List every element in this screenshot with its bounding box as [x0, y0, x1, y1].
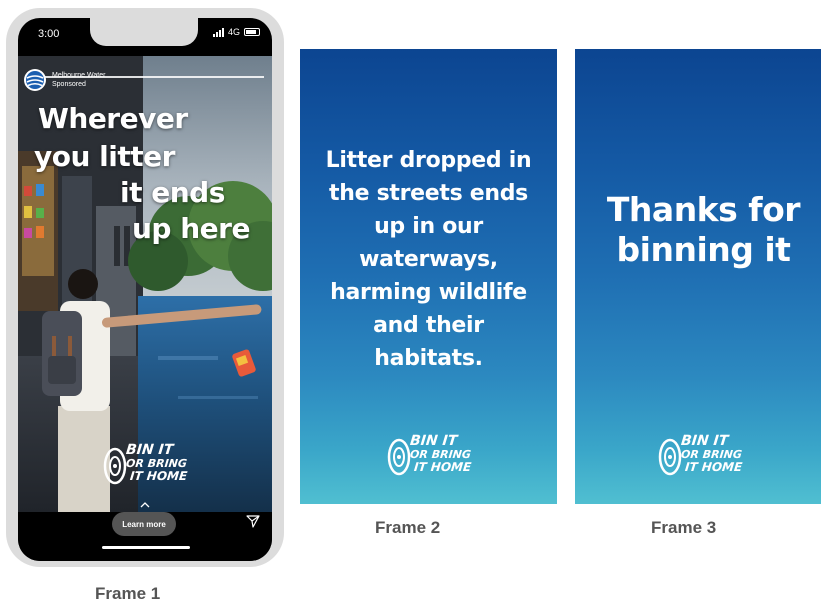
- learn-more-button[interactable]: Learn more: [112, 512, 176, 536]
- frame-2-message: Litter dropped in the streets ends up in…: [300, 144, 557, 375]
- logo-line-1: BIN IT: [125, 442, 175, 458]
- advertiser-name: Melbourne Water: [52, 72, 106, 79]
- frame-3-panel: Thanks for binning it BIN IT OR BRING IT…: [575, 49, 821, 504]
- can-icon: [103, 447, 127, 485]
- logo-line-1: BIN IT: [409, 433, 459, 449]
- logo-line-3: IT HOME: [129, 469, 188, 483]
- phone-notch: [90, 18, 198, 46]
- can-icon: [387, 438, 411, 476]
- story-ad[interactable]: Melbourne Water Sponsored Wherever you l…: [18, 56, 272, 512]
- frame-2-caption: Frame 2: [375, 518, 441, 537]
- status-time: 3:00: [38, 28, 60, 40]
- signal-icon: [212, 27, 224, 37]
- headline-line-4: up here: [132, 212, 250, 245]
- bin-it-logo: BIN IT OR BRING IT HOME: [386, 431, 486, 481]
- chevron-up-icon[interactable]: [139, 500, 151, 510]
- sponsored-label: Sponsored: [52, 81, 86, 88]
- frame-1-caption: Frame 1: [95, 584, 161, 603]
- logo-line-3: IT HOME: [684, 460, 743, 474]
- network-label: 4G: [227, 27, 240, 37]
- melbourne-water-logo: [24, 69, 46, 91]
- headline-line-1: Wherever: [38, 102, 188, 135]
- status-icons: 4G: [212, 27, 260, 37]
- bin-it-logo: BIN IT OR BRING IT HOME: [102, 440, 202, 490]
- advertiser-header[interactable]: Melbourne Water Sponsored: [24, 69, 105, 91]
- phone-screen: 3:00 4G Melbourne Water Sponsored Wherev…: [18, 18, 272, 561]
- bin-it-logo: BIN IT OR BRING IT HOME: [657, 431, 757, 481]
- can-icon: [658, 438, 682, 476]
- frame-3-text: Thanks for binning it: [606, 190, 801, 269]
- frame-2-panel: Litter dropped in the streets ends up in…: [300, 49, 557, 504]
- logo-line-3: IT HOME: [413, 460, 472, 474]
- home-indicator[interactable]: [102, 546, 190, 549]
- phone-mockup: 3:00 4G Melbourne Water Sponsored Wherev…: [6, 8, 284, 567]
- battery-icon: [244, 28, 260, 36]
- frame-2-text: Litter dropped in the streets ends up in…: [325, 148, 532, 371]
- send-icon[interactable]: [246, 514, 260, 528]
- frame-3-caption: Frame 3: [651, 518, 717, 537]
- headline-line-2: you litter: [34, 140, 175, 173]
- story-bottom-bar: Learn more: [18, 502, 272, 561]
- frame-3-message: Thanks for binning it: [575, 190, 821, 270]
- headline-line-3: it ends: [120, 176, 225, 209]
- logo-line-1: BIN IT: [680, 433, 730, 449]
